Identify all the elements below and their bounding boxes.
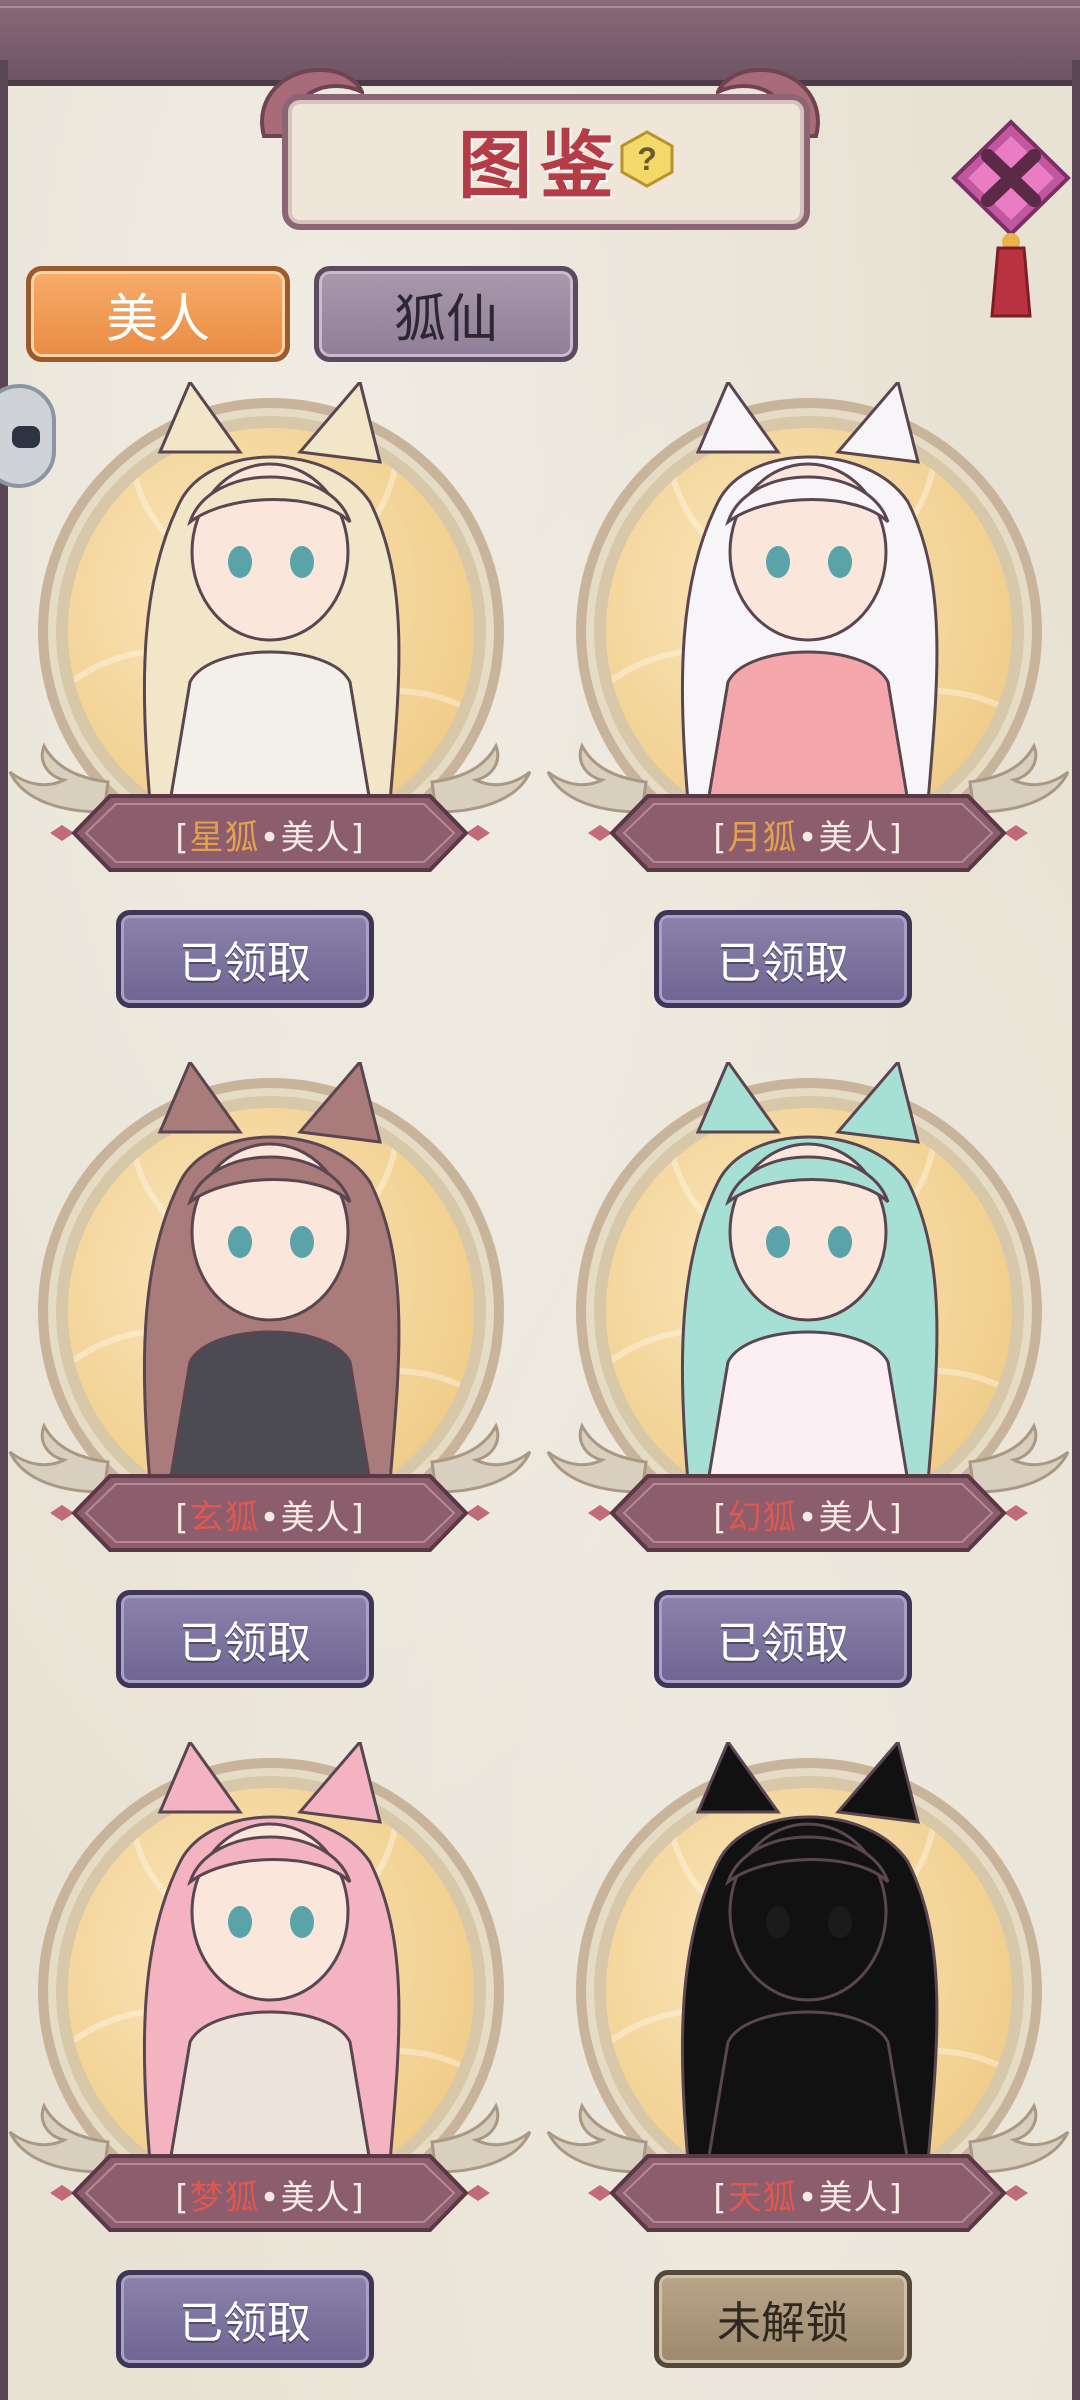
collection-card[interactable]: [幻狐•美人] 已领取 [546, 1062, 1070, 1712]
name-bracket-open: [ [175, 2178, 190, 2218]
name-suffix: 美人] [280, 1498, 365, 1538]
page-title: 图鉴 [458, 123, 622, 209]
name-separator: • [797, 1498, 819, 1538]
name-suffix: 美人] [818, 818, 903, 858]
collection-card[interactable]: [月狐•美人] 已领取 [546, 382, 1070, 1032]
name-suffix: 美人] [280, 818, 365, 858]
tab-beauty[interactable]: 美人 [26, 266, 290, 362]
character-portrait [142, 1742, 401, 2162]
claimed-button[interactable]: 已领取 [116, 2270, 374, 2368]
name-separator: • [259, 818, 281, 858]
svg-text:?: ? [637, 141, 657, 177]
character-name: [幻狐•美人] [548, 1490, 1068, 1539]
name-separator: • [797, 2178, 819, 2218]
claimed-button[interactable]: 已领取 [116, 1590, 374, 1688]
name-suffix: 美人] [280, 2178, 365, 2218]
fox-type: 天狐 [727, 2178, 798, 2218]
character-name: [星狐•美人] [10, 810, 530, 859]
fox-type: 月狐 [727, 818, 798, 858]
character-portrait [680, 1062, 939, 1482]
fox-type: 玄狐 [189, 1498, 260, 1538]
collection-card[interactable]: [梦狐•美人] 已领取 [8, 1742, 532, 2392]
name-suffix: 美人] [818, 1498, 903, 1538]
character-portrait [680, 1742, 939, 2162]
claimed-button[interactable]: 已领取 [654, 910, 912, 1008]
character-name: [天狐•美人] [548, 2170, 1068, 2219]
tab-fox-immortal[interactable]: 狐仙 [314, 266, 578, 362]
name-separator: • [259, 2178, 281, 2218]
title-banner: 图鉴 ? [260, 58, 820, 230]
character-portrait [680, 382, 939, 802]
fox-type: 幻狐 [727, 1498, 798, 1538]
claimed-button[interactable]: 已领取 [116, 910, 374, 1008]
character-portrait [142, 382, 401, 802]
character-name: [月狐•美人] [548, 810, 1068, 859]
character-name: [梦狐•美人] [10, 2170, 530, 2219]
locked-button[interactable]: 未解锁 [654, 2270, 912, 2368]
name-bracket-open: [ [713, 818, 728, 858]
knot-close-icon[interactable] [946, 118, 1076, 328]
question-mark-icon[interactable]: ? [618, 130, 676, 188]
name-bracket-open: [ [713, 2178, 728, 2218]
character-portrait [142, 1062, 401, 1482]
claimed-button[interactable]: 已领取 [654, 1590, 912, 1688]
name-separator: • [259, 1498, 281, 1538]
right-frame [1072, 60, 1080, 2400]
character-name: [玄狐•美人] [10, 1490, 530, 1539]
fox-type: 梦狐 [189, 2178, 260, 2218]
name-suffix: 美人] [818, 2178, 903, 2218]
collection-card[interactable]: [天狐•美人] 未解锁 [546, 1742, 1070, 2392]
name-bracket-open: [ [175, 818, 190, 858]
fox-type: 星狐 [189, 818, 260, 858]
name-separator: • [797, 818, 819, 858]
collection-card[interactable]: [玄狐•美人] 已领取 [8, 1062, 532, 1712]
name-bracket-open: [ [175, 1498, 190, 1538]
name-bracket-open: [ [713, 1498, 728, 1538]
collection-card[interactable]: [星狐•美人] 已领取 [8, 382, 532, 1032]
